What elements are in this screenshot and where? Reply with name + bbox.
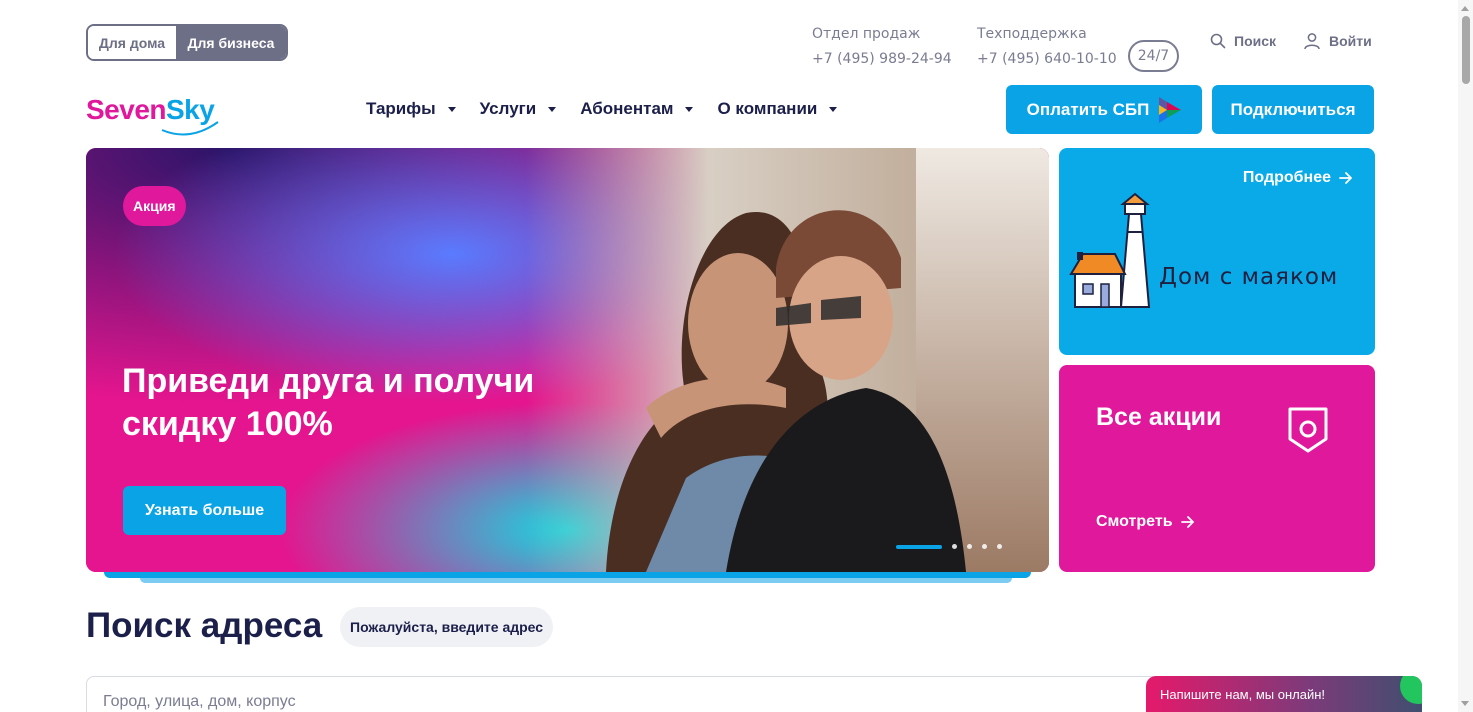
lighthouse-logo-icon <box>1069 192 1151 308</box>
carousel-dot[interactable] <box>982 544 987 549</box>
nav-item-subscribers[interactable]: Абонентам <box>580 99 694 119</box>
support-phone-link[interactable]: +7 (495) 640-10-10 <box>977 47 1117 72</box>
nav-label: Тарифы <box>366 99 436 118</box>
pay-sbp-label: Оплатить СБП <box>1026 99 1150 119</box>
connect-button[interactable]: Подключиться <box>1212 85 1374 134</box>
pay-sbp-button[interactable]: Оплатить СБП <box>1006 85 1202 134</box>
hero-stack-shadow <box>104 572 1031 578</box>
scrollbar-thumb[interactable] <box>1462 16 1470 84</box>
chat-widget-label: Напишите нам, мы онлайн! <box>1160 686 1326 702</box>
caret-down-icon <box>685 106 694 112</box>
arrow-right-icon <box>1180 516 1194 528</box>
chat-widget[interactable]: Напишите нам, мы онлайн! <box>1146 676 1422 712</box>
search-icon <box>1210 33 1226 49</box>
caret-down-icon <box>447 106 456 112</box>
audience-business-tab[interactable]: Для бизнеса <box>176 26 286 59</box>
scroll-down-arrow-icon[interactable] <box>1461 701 1469 706</box>
lighthouse-more-label: Подробнее <box>1242 169 1331 186</box>
caret-down-icon <box>548 106 557 112</box>
logo-part-seven: Seven <box>86 94 167 125</box>
chat-online-indicator <box>1400 676 1422 704</box>
support-label: Техподдержка <box>977 26 1087 42</box>
main-nav: Тарифы Услуги Абонентам О компании <box>366 99 838 119</box>
all-promos-watch-link[interactable]: Смотреть <box>1096 513 1195 531</box>
audience-home-tab[interactable]: Для дома <box>88 26 176 59</box>
lighthouse-logo-text: Дом с маяком <box>1159 264 1339 290</box>
nav-item-services[interactable]: Услуги <box>480 99 557 119</box>
search-label: Поиск <box>1234 33 1277 49</box>
lighthouse-card[interactable]: Подробнее Дом с маяком <box>1059 148 1375 355</box>
nav-label: О компании <box>717 99 818 118</box>
all-promos-card[interactable]: Все акции Смотреть <box>1059 365 1375 572</box>
sales-phone-link[interactable]: +7 (495) 989-24-94 <box>812 47 952 72</box>
logo-swoosh-icon <box>161 121 219 136</box>
sales-label: Отдел продаж <box>812 26 921 42</box>
arrow-right-icon <box>1339 172 1352 184</box>
caret-down-icon <box>829 106 838 112</box>
carousel-dot[interactable] <box>997 544 1002 549</box>
address-hint-badge: Пожалуйста, введите адрес <box>340 607 554 647</box>
page-scrollbar[interactable] <box>1458 0 1473 712</box>
sbp-logo-icon <box>1159 96 1182 123</box>
search-link[interactable]: Поиск <box>1210 31 1276 51</box>
address-search-title: Поиск адреса <box>86 606 323 645</box>
scroll-up-arrow-icon[interactable] <box>1461 6 1469 11</box>
all-promos-watch-label: Смотреть <box>1096 513 1173 530</box>
hero-title: Приведи друга и получи скидку 100% <box>122 362 535 443</box>
carousel-dot[interactable] <box>952 544 957 549</box>
hero-learn-more-button[interactable]: Узнать больше <box>123 486 286 535</box>
sales-contact: Отдел продаж +7 (495) 989-24-94 <box>812 22 952 72</box>
login-link[interactable]: Войти <box>1303 31 1372 51</box>
support-24-7-badge: 24/7 <box>1128 40 1179 72</box>
promo-badge-icon <box>1288 407 1328 453</box>
carousel-dot[interactable] <box>967 544 972 549</box>
audience-switch: Для дома Для бизнеса <box>86 24 288 61</box>
nav-item-tariffs[interactable]: Тарифы <box>366 99 456 119</box>
hero-banner[interactable]: Акция Приведи друга и получи скидку 100%… <box>86 148 1049 572</box>
nav-item-company[interactable]: О компании <box>717 99 838 119</box>
lighthouse-more-link[interactable]: Подробнее <box>1243 169 1353 187</box>
support-contact: Техподдержка +7 (495) 640-10-10 <box>977 22 1117 72</box>
carousel-dots <box>896 544 1002 549</box>
carousel-dot-active[interactable] <box>896 544 942 549</box>
login-label: Войти <box>1329 33 1372 49</box>
user-icon <box>1304 33 1320 50</box>
nav-label: Абонентам <box>580 99 674 118</box>
promo-tag-badge: Акция <box>123 186 186 226</box>
all-promos-title: Все акции <box>1096 403 1222 431</box>
hero-stack-shadow <box>140 578 1012 583</box>
nav-label: Услуги <box>479 99 537 118</box>
